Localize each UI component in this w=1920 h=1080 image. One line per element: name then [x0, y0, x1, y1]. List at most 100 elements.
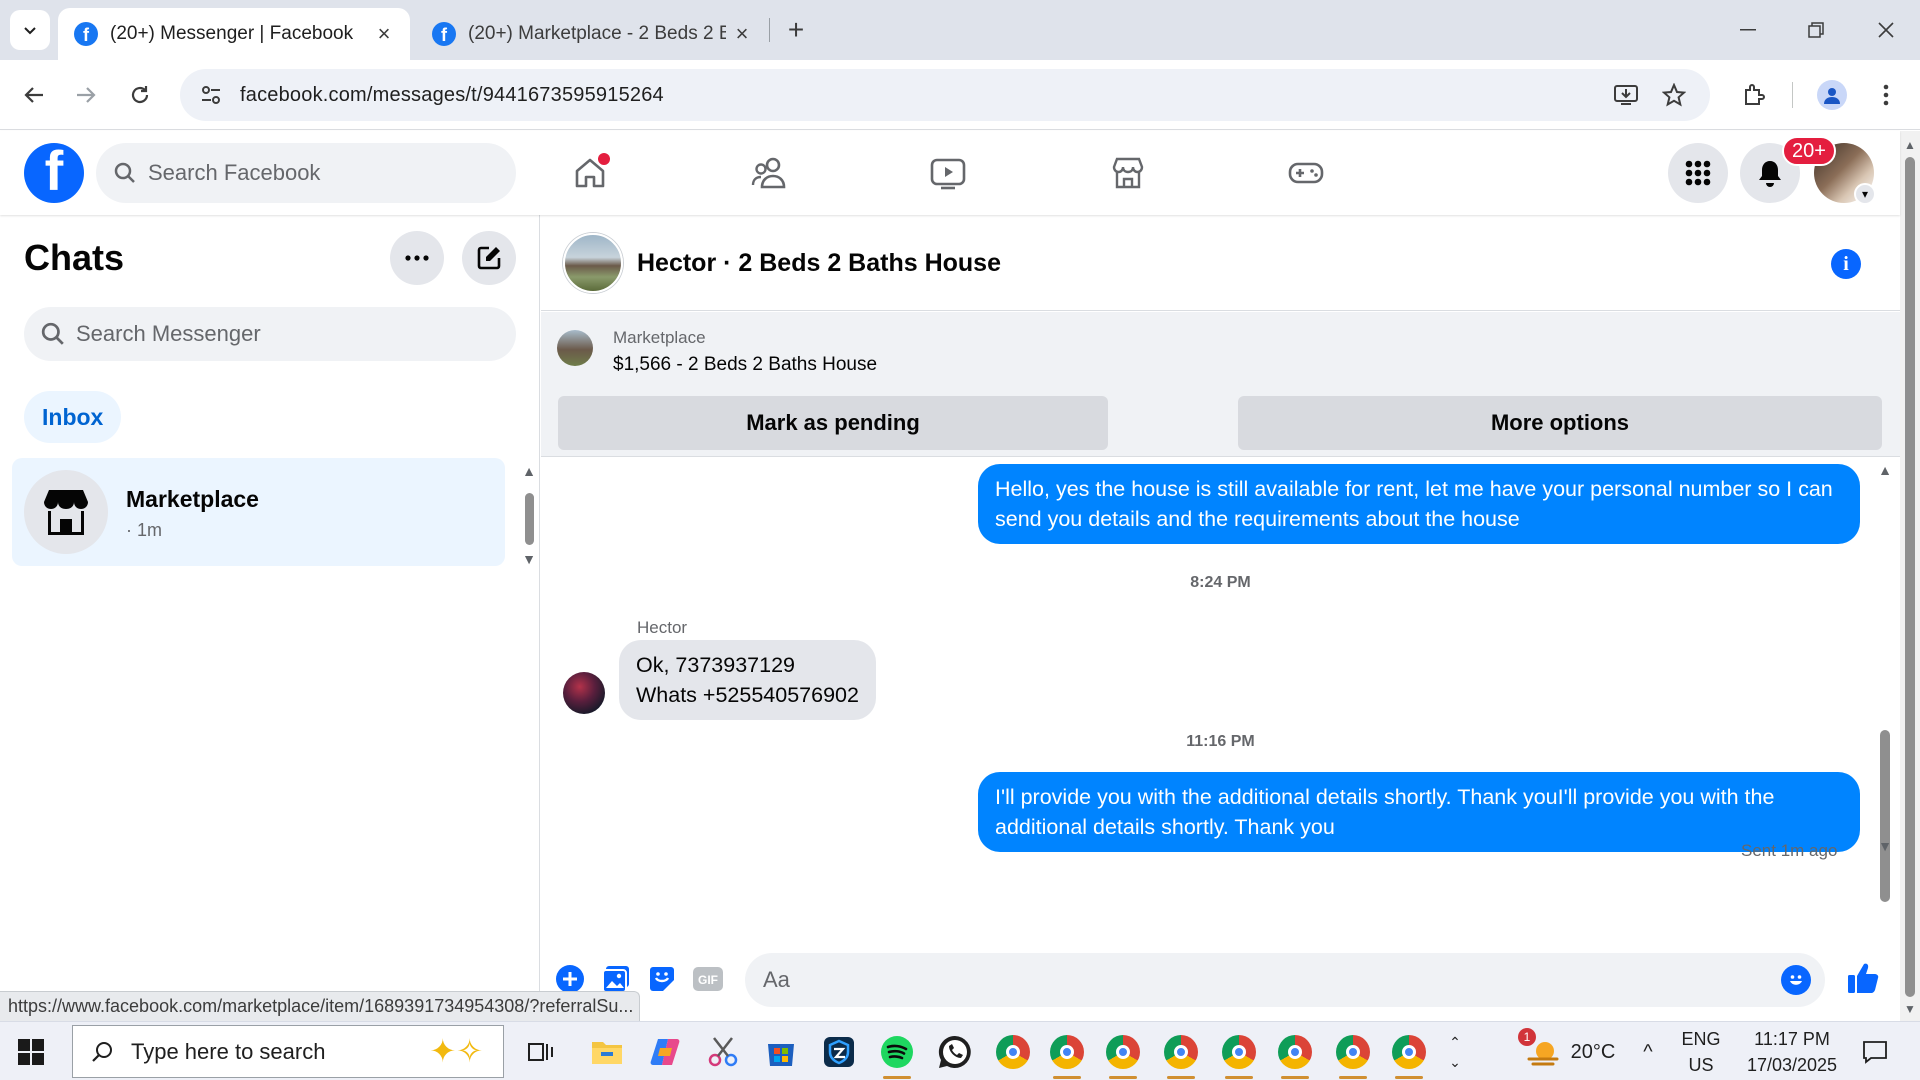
menu-grid-button[interactable]	[1668, 143, 1728, 203]
scroll-down-icon[interactable]: ▼	[1877, 838, 1893, 854]
scrollbar-thumb[interactable]	[1880, 730, 1890, 902]
inbox-filter-tab[interactable]: Inbox	[24, 391, 122, 443]
like-button[interactable]	[1843, 958, 1883, 998]
chrome-profile-app[interactable]	[1272, 1029, 1318, 1079]
taskbar-overflow-button[interactable]: ⌃ ⌄	[1440, 1022, 1470, 1080]
gif-button[interactable]: GIF	[691, 962, 725, 996]
outgoing-message[interactable]: I'll provide you with the additional det…	[978, 772, 1860, 852]
chat-list-item[interactable]: Marketplace · 1m	[12, 458, 505, 566]
chrome-profile-app[interactable]	[1100, 1029, 1146, 1079]
reload-button[interactable]	[120, 75, 160, 115]
task-view-button[interactable]	[518, 1029, 564, 1075]
listing-title[interactable]: $1,566 - 2 Beds 2 Baths House	[613, 354, 877, 376]
message-input[interactable]: Aa	[745, 953, 1825, 1007]
extensions-button[interactable]	[1734, 75, 1774, 115]
scrollbar-thumb[interactable]	[1905, 157, 1915, 997]
close-window-button[interactable]	[1866, 12, 1906, 48]
scroll-down-icon[interactable]: ▼	[1904, 1002, 1916, 1016]
new-message-button[interactable]	[462, 231, 516, 285]
chrome-profile-app[interactable]	[1330, 1029, 1376, 1079]
info-icon[interactable]: i	[1831, 249, 1861, 279]
home-notification-dot	[598, 153, 610, 165]
listing-thumbnail[interactable]	[557, 330, 593, 366]
nav-home[interactable]	[550, 143, 630, 203]
gif-icon: GIF	[693, 967, 723, 991]
scroll-down-icon[interactable]: ▼	[522, 551, 536, 567]
chrome-app[interactable]	[990, 1029, 1036, 1075]
facebook-header: f Search Facebook 20+ ▾	[0, 131, 1900, 215]
nav-friends[interactable]	[730, 143, 810, 203]
page-scrollbar[interactable]: ▲ ▼	[1900, 131, 1920, 1021]
scroll-up-icon[interactable]: ▲	[1877, 462, 1893, 478]
marketplace-listing-banner: Marketplace $1,566 - 2 Beds 2 Baths Hous…	[541, 312, 1900, 457]
clock[interactable]: 11:17 PM 17/03/2025	[1736, 1022, 1848, 1080]
tab-marketplace[interactable]: f (20+) Marketplace - 2 Beds 2 Ba ×	[416, 8, 768, 60]
site-settings-icon[interactable]	[196, 80, 226, 110]
outgoing-message[interactable]: Hello, yes the house is still available …	[978, 464, 1860, 544]
back-button[interactable]	[14, 75, 54, 115]
search-icon	[40, 321, 66, 347]
restore-button[interactable]	[1796, 12, 1836, 48]
forward-button[interactable]	[66, 75, 106, 115]
scrollbar-thumb[interactable]	[525, 493, 534, 545]
emoji-icon[interactable]	[1781, 965, 1811, 995]
nav-video[interactable]	[908, 143, 988, 203]
windows-start-icon[interactable]	[18, 1039, 44, 1065]
profile-button[interactable]	[1812, 75, 1852, 115]
scroll-up-icon[interactable]: ▲	[1904, 138, 1916, 152]
message-scrollbar[interactable]: ▲ ▼	[1877, 458, 1893, 938]
chrome-profile-app[interactable]	[1044, 1029, 1090, 1079]
address-bar[interactable]: facebook.com/messages/t/9441673595915264	[180, 69, 1710, 121]
chrome-icon	[1050, 1035, 1084, 1069]
chevron-down-icon[interactable]: ▾	[1854, 183, 1876, 205]
language-code: ENG	[1681, 1028, 1721, 1049]
more-horizontal-icon	[405, 255, 429, 261]
minimize-button[interactable]	[1728, 12, 1768, 48]
store-app[interactable]	[758, 1029, 804, 1075]
nav-gaming[interactable]	[1266, 143, 1346, 203]
messenger-search-input[interactable]: Search Messenger	[24, 307, 516, 361]
sender-avatar[interactable]	[563, 672, 605, 714]
scroll-up-icon[interactable]: ▲	[522, 463, 536, 479]
nav-marketplace[interactable]	[1088, 143, 1168, 203]
file-explorer-app[interactable]	[584, 1029, 630, 1075]
chrome-profile-app[interactable]	[1386, 1029, 1432, 1079]
tab-search-button[interactable]	[10, 10, 50, 50]
clock-date: 17/03/2025	[1746, 1054, 1838, 1075]
facebook-logo[interactable]: f	[24, 143, 84, 203]
language-indicator[interactable]: ENG US	[1678, 1022, 1724, 1080]
facebook-search-input[interactable]: Search Facebook	[96, 143, 516, 203]
chrome-icon	[1392, 1035, 1426, 1069]
bookmark-star-icon[interactable]	[1658, 79, 1690, 111]
running-indicator	[1339, 1076, 1367, 1079]
browser-menu-button[interactable]	[1866, 75, 1906, 115]
task-view-icon	[528, 1043, 553, 1061]
copilot-app[interactable]	[642, 1029, 688, 1075]
more-options-button[interactable]: More options	[1238, 396, 1882, 450]
chat-list-scrollbar[interactable]: ▲ ▼	[522, 463, 536, 567]
tab-messenger[interactable]: f (20+) Messenger | Facebook ×	[58, 8, 410, 60]
toolbar-divider	[1792, 82, 1793, 108]
notification-center-button[interactable]	[1852, 1022, 1898, 1080]
close-icon[interactable]: ×	[730, 21, 754, 46]
running-indicator	[883, 1076, 911, 1079]
spotify-app[interactable]	[874, 1029, 920, 1079]
incoming-message[interactable]: Ok, 7373937129 Whats +525540576902	[619, 640, 876, 720]
mark-as-pending-button[interactable]: Mark as pending	[558, 396, 1108, 450]
url-text[interactable]: facebook.com/messages/t/9441673595915264	[240, 84, 664, 107]
install-app-icon[interactable]	[1610, 79, 1642, 111]
profile-avatar-icon	[1817, 80, 1847, 110]
chrome-profile-app[interactable]	[1216, 1029, 1262, 1079]
conversation-avatar[interactable]	[563, 233, 623, 293]
show-hidden-icons-button[interactable]: ^	[1630, 1022, 1666, 1080]
conversation-title[interactable]: Hector · 2 Beds 2 Baths House	[637, 249, 1001, 278]
chat-options-button[interactable]	[390, 231, 444, 285]
chrome-profile-app[interactable]	[1158, 1029, 1204, 1079]
vpn-app[interactable]	[816, 1029, 862, 1075]
sticker-button[interactable]	[645, 962, 679, 996]
snipping-app[interactable]	[700, 1029, 746, 1075]
whatsapp-app[interactable]	[932, 1029, 978, 1075]
taskbar-search-input[interactable]: Type here to search ✦✧	[72, 1025, 504, 1078]
new-tab-button[interactable]: +	[780, 14, 812, 46]
close-icon[interactable]: ×	[372, 21, 396, 46]
